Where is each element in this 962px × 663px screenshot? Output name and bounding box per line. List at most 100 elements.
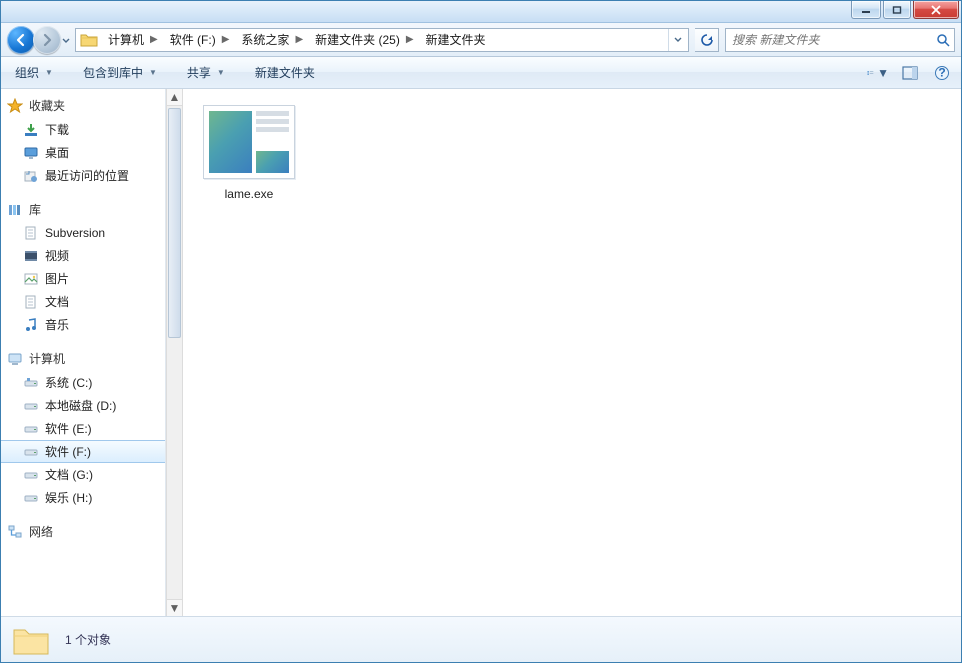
- file-item[interactable]: lame.exe: [199, 105, 299, 201]
- picture-icon: [23, 271, 39, 287]
- sidebar-heading-label: 收藏夹: [29, 97, 65, 114]
- nav-buttons: [7, 26, 69, 54]
- sidebar-item-label: 系统 (C:): [45, 374, 92, 391]
- toolbar-right: ▼ ?: [867, 62, 953, 84]
- sidebar-scrollbar[interactable]: ▲ ▼: [166, 89, 183, 616]
- address-history-dropdown[interactable]: [668, 29, 686, 51]
- sidebar-heading-favorites[interactable]: 收藏夹: [1, 95, 165, 118]
- sidebar-group-computer: 计算机 系统 (C:) 本地磁盘 (D:) 软件 (E:) 软件 (F:): [1, 348, 165, 509]
- library-icon: [7, 202, 23, 218]
- file-name: lame.exe: [199, 187, 299, 201]
- sidebar-heading-libraries[interactable]: 库: [1, 199, 165, 222]
- sidebar-heading-network[interactable]: 网络: [1, 521, 165, 544]
- sidebar-item-drive-g[interactable]: 文档 (G:): [1, 463, 165, 486]
- breadcrumb[interactable]: 新建文件夹: [420, 29, 492, 51]
- folder-icon: [11, 622, 51, 658]
- chevron-down-icon: ▼: [877, 66, 889, 80]
- recent-icon: [23, 168, 39, 184]
- breadcrumb-label: 软件 (F:): [170, 31, 216, 48]
- sidebar-item-desktop[interactable]: 桌面: [1, 141, 165, 164]
- help-icon: ?: [934, 65, 950, 81]
- sidebar-item-recent[interactable]: 最近访问的位置: [1, 164, 165, 187]
- include-in-library-menu[interactable]: 包含到库中 ▼: [77, 61, 163, 85]
- refresh-button[interactable]: [695, 28, 719, 52]
- search-input[interactable]: [730, 32, 936, 48]
- sidebar-item-subversion[interactable]: Subversion: [1, 222, 165, 244]
- sidebar-item-drive-c[interactable]: 系统 (C:): [1, 371, 165, 394]
- chevron-right-icon: ▶: [295, 34, 303, 45]
- sidebar-item-drive-h[interactable]: 娱乐 (H:): [1, 486, 165, 509]
- sidebar-heading-label: 计算机: [29, 350, 65, 367]
- drive-icon: [23, 398, 39, 414]
- sidebar-item-label: 下载: [45, 121, 69, 138]
- toolbar-label: 共享: [187, 64, 211, 81]
- chevron-right-icon: ▶: [406, 34, 414, 45]
- chevron-right-icon: ▶: [222, 34, 230, 45]
- drive-icon: [23, 375, 39, 391]
- preview-pane-icon: [902, 66, 918, 80]
- new-folder-button[interactable]: 新建文件夹: [249, 61, 321, 85]
- breadcrumb-label: 计算机: [108, 31, 144, 48]
- sidebar-item-videos[interactable]: 视频: [1, 244, 165, 267]
- sidebar-heading-computer[interactable]: 计算机: [1, 348, 165, 371]
- toolbar-label: 组织: [15, 64, 39, 81]
- minimize-button[interactable]: [851, 1, 881, 19]
- drive-icon: [23, 490, 39, 506]
- breadcrumb[interactable]: 软件 (F:) ▶: [164, 29, 236, 51]
- close-button[interactable]: [913, 1, 959, 19]
- breadcrumb-label: 系统之家: [241, 31, 289, 48]
- desktop-icon: [23, 145, 39, 161]
- arrow-right-icon: [40, 33, 54, 47]
- sidebar-heading-label: 网络: [29, 523, 53, 540]
- sidebar-item-music[interactable]: 音乐: [1, 313, 165, 336]
- star-icon: [7, 98, 23, 114]
- nav-history-dropdown[interactable]: [61, 34, 71, 48]
- sidebar-item-documents[interactable]: 文档: [1, 290, 165, 313]
- share-menu[interactable]: 共享 ▼: [181, 61, 231, 85]
- chevron-down-icon: [62, 38, 70, 44]
- svg-text:?: ?: [938, 65, 945, 79]
- file-list[interactable]: lame.exe: [183, 89, 961, 616]
- toolbar-label: 新建文件夹: [255, 64, 315, 81]
- sidebar-item-downloads[interactable]: 下载: [1, 118, 165, 141]
- chevron-down-icon: ▼: [217, 68, 225, 77]
- sidebar-item-label: 视频: [45, 247, 69, 264]
- help-button[interactable]: ?: [931, 62, 953, 84]
- sidebar-item-drive-f[interactable]: 软件 (F:): [1, 440, 165, 463]
- search-box[interactable]: [725, 28, 955, 52]
- address-bar[interactable]: 计算机 ▶ 软件 (F:) ▶ 系统之家 ▶ 新建文件夹 (25) ▶ 新建文件…: [75, 28, 689, 52]
- sidebar-item-label: Subversion: [45, 226, 105, 240]
- file-icon: [23, 225, 39, 241]
- sidebar-item-label: 本地磁盘 (D:): [45, 397, 116, 414]
- music-icon: [23, 317, 39, 333]
- back-button[interactable]: [7, 26, 35, 54]
- view-icon: [867, 66, 874, 80]
- organize-menu[interactable]: 组织 ▼: [9, 61, 59, 85]
- sidebar-group-network: 网络: [1, 521, 165, 544]
- scroll-down-button[interactable]: ▼: [167, 599, 182, 616]
- search-icon: [936, 33, 950, 47]
- sidebar-item-label: 娱乐 (H:): [45, 489, 92, 506]
- sidebar-item-label: 最近访问的位置: [45, 167, 129, 184]
- chevron-down-icon: ▼: [149, 68, 157, 77]
- forward-button[interactable]: [33, 26, 61, 54]
- sidebar-item-drive-d[interactable]: 本地磁盘 (D:): [1, 394, 165, 417]
- refresh-icon: [700, 33, 714, 47]
- breadcrumb[interactable]: 新建文件夹 (25) ▶: [309, 29, 419, 51]
- chevron-down-icon: ▼: [45, 68, 53, 77]
- maximize-button[interactable]: [883, 1, 911, 19]
- scroll-thumb[interactable]: [168, 108, 181, 338]
- preview-pane-button[interactable]: [899, 62, 921, 84]
- view-options-button[interactable]: ▼: [867, 62, 889, 84]
- chevron-right-icon: ▶: [150, 34, 158, 45]
- sidebar-item-label: 图片: [45, 270, 69, 287]
- navigation-pane[interactable]: 收藏夹 下载 桌面 最近访问的位置 库: [1, 89, 166, 616]
- computer-icon: [7, 351, 23, 367]
- sidebar-item-pictures[interactable]: 图片: [1, 267, 165, 290]
- breadcrumb[interactable]: 系统之家 ▶: [235, 29, 309, 51]
- breadcrumb[interactable]: 计算机 ▶: [102, 29, 164, 51]
- sidebar-item-drive-e[interactable]: 软件 (E:): [1, 417, 165, 440]
- video-icon: [23, 248, 39, 264]
- scroll-up-button[interactable]: ▲: [167, 89, 182, 106]
- explorer-body: 收藏夹 下载 桌面 最近访问的位置 库: [1, 89, 961, 616]
